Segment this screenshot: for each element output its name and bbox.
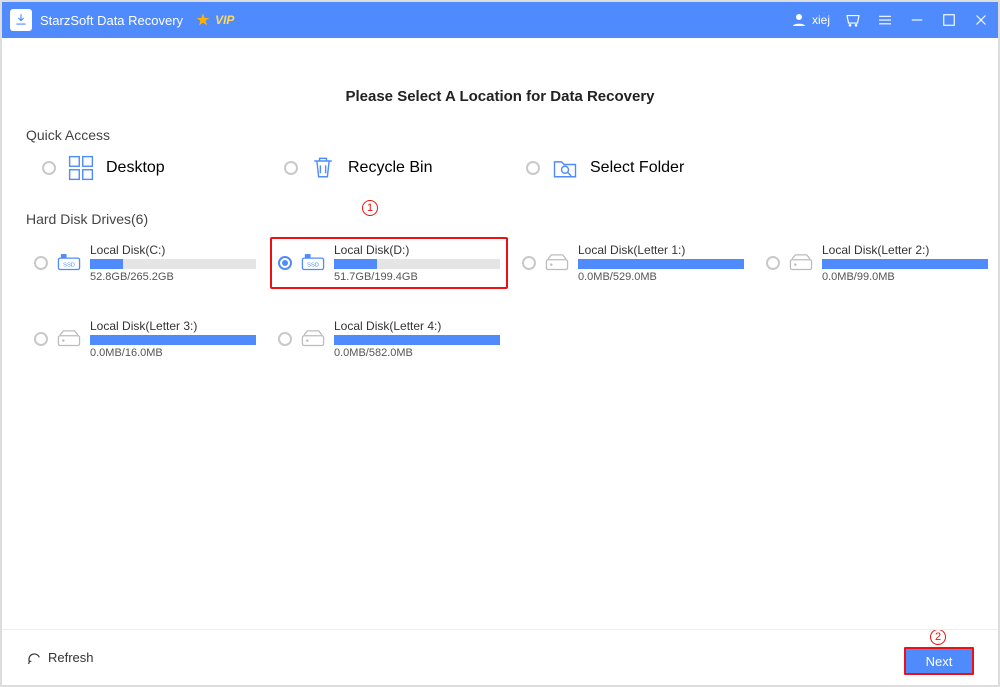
maximize-icon[interactable]	[940, 11, 958, 29]
svg-text:SSD: SSD	[63, 262, 75, 268]
drive-usage-bar	[578, 259, 744, 269]
drive-icon	[788, 250, 814, 276]
next-button[interactable]: Next	[904, 647, 974, 675]
drive-radio[interactable]	[278, 332, 292, 346]
radio-folder[interactable]	[526, 161, 540, 175]
footer: Refresh	[2, 629, 998, 685]
drive-name: Local Disk(C:)	[90, 243, 256, 257]
drives-label: Hard Disk Drives(6)	[26, 211, 974, 227]
app-title: StarzSoft Data Recovery	[40, 13, 183, 28]
drive-name: Local Disk(D:)	[334, 243, 500, 257]
drive-usage-bar	[334, 259, 500, 269]
refresh-button[interactable]: Refresh	[26, 650, 94, 666]
drive-radio[interactable]	[34, 332, 48, 346]
drive-radio[interactable]	[766, 256, 780, 270]
quick-item-folder[interactable]: Select Folder	[526, 153, 768, 183]
drive-usage-text: 51.7GB/199.4GB	[334, 271, 500, 283]
quick-item-desktop[interactable]: Desktop	[42, 153, 284, 183]
drive-icon	[300, 326, 326, 352]
drive-name: Local Disk(Letter 4:)	[334, 319, 500, 333]
user-account[interactable]: xiej	[790, 11, 830, 29]
quick-access-label: Quick Access	[26, 127, 974, 143]
drive-icon	[56, 326, 82, 352]
drive-usage-text: 0.0MB/529.0MB	[578, 271, 744, 283]
radio-recycle[interactable]	[284, 161, 298, 175]
drives-grid: SSD Local Disk(C:) 52.8GB/265.2GB SSD Local …	[26, 237, 974, 365]
svg-text:SSD: SSD	[307, 262, 319, 268]
quick-label: Select Folder	[590, 159, 684, 177]
drive-item[interactable]: Local Disk(Letter 3:) 0.0MB/16.0MB	[26, 313, 264, 365]
drive-item[interactable]: SSD Local Disk(D:) 51.7GB/199.4GB	[270, 237, 508, 289]
close-icon[interactable]	[972, 11, 990, 29]
drive-usage-text: 52.8GB/265.2GB	[90, 271, 256, 283]
app-logo-icon	[10, 9, 32, 31]
drive-name: Local Disk(Letter 1:)	[578, 243, 744, 257]
drive-item[interactable]: Local Disk(Letter 2:) 0.0MB/99.0MB	[758, 237, 996, 289]
drive-usage-bar	[90, 335, 256, 345]
drive-usage-bar	[822, 259, 988, 269]
drive-usage-text: 0.0MB/99.0MB	[822, 271, 988, 283]
drive-name: Local Disk(Letter 2:)	[822, 243, 988, 257]
drive-usage-text: 0.0MB/16.0MB	[90, 347, 256, 359]
drive-item[interactable]: Local Disk(Letter 1:) 0.0MB/529.0MB	[514, 237, 752, 289]
drive-item[interactable]: SSD Local Disk(C:) 52.8GB/265.2GB	[26, 237, 264, 289]
drive-usage-bar	[334, 335, 500, 345]
drive-radio[interactable]	[278, 256, 292, 270]
radio-desktop[interactable]	[42, 161, 56, 175]
drive-radio[interactable]	[34, 256, 48, 270]
refresh-icon	[26, 650, 42, 666]
vip-badge[interactable]: VIP	[195, 12, 234, 28]
drive-icon	[544, 250, 570, 276]
drive-icon: SSD	[56, 250, 82, 276]
minimize-icon[interactable]	[908, 11, 926, 29]
quick-label: Recycle Bin	[348, 159, 432, 177]
drive-icon: SSD	[300, 250, 326, 276]
username: xiej	[812, 13, 830, 27]
page-title: Please Select A Location for Data Recove…	[26, 88, 974, 105]
drive-item[interactable]: Local Disk(Letter 4:) 0.0MB/582.0MB	[270, 313, 508, 365]
drive-name: Local Disk(Letter 3:)	[90, 319, 256, 333]
drive-radio[interactable]	[522, 256, 536, 270]
desktop-icon	[66, 153, 96, 183]
cart-icon[interactable]	[844, 11, 862, 29]
quick-access-row: Desktop Recycle Bin Select Folder	[26, 153, 974, 183]
quick-label: Desktop	[106, 159, 165, 177]
menu-icon[interactable]	[876, 11, 894, 29]
drive-usage-bar	[90, 259, 256, 269]
titlebar: StarzSoft Data Recovery VIP xiej	[2, 2, 998, 38]
quick-item-recycle[interactable]: Recycle Bin	[284, 153, 526, 183]
folder-search-icon	[550, 153, 580, 183]
drive-usage-text: 0.0MB/582.0MB	[334, 347, 500, 359]
recycle-bin-icon	[308, 153, 338, 183]
